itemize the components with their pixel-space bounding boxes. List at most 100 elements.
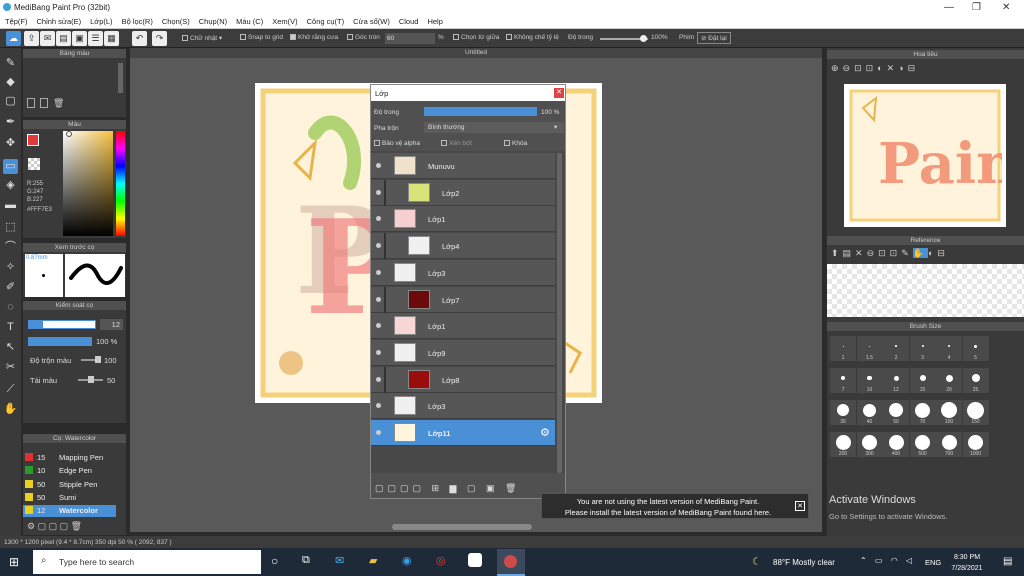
layer-row-selected[interactable]: Lớp11 ⚙ (371, 420, 555, 446)
visibility-eye-icon[interactable] (376, 269, 381, 275)
color-sv-picker[interactable] (63, 131, 113, 236)
reset-button[interactable]: ⊘ Đặt lại (697, 32, 731, 44)
brush-size-preset[interactable]: 40 (856, 400, 883, 425)
brush-size-preset[interactable]: 100 (936, 400, 962, 425)
gradient-tool-icon[interactable]: ▬ (3, 198, 18, 213)
magic-wand-icon[interactable]: ✧ (3, 260, 18, 275)
visibility-eye-icon[interactable] (376, 163, 381, 168)
brush-size-preset[interactable]: 3 (909, 336, 936, 361)
brush-size-preset[interactable]: 5 (962, 336, 989, 361)
layer-window-close-icon[interactable]: ✕ (554, 88, 564, 98)
brush-tool-icon[interactable]: ✎ (3, 56, 18, 71)
divide-tool-icon[interactable]: ✂ (3, 360, 18, 375)
brush-size-preset[interactable]: 50 (883, 400, 909, 425)
taskbar-search-box[interactable]: ⌕ Type here to search (33, 550, 261, 574)
brush-size-preset[interactable]: 12 (883, 368, 909, 393)
medibang-taskbar-icon[interactable] (497, 549, 525, 576)
layer-row[interactable]: Lớp2 (371, 179, 555, 206)
opacity-slider[interactable] (28, 337, 92, 346)
brush-size-preset[interactable]: 1.5 (856, 336, 883, 361)
brush-size-preset[interactable]: 700 (936, 432, 962, 457)
hue-slider[interactable] (116, 131, 125, 236)
horizontal-scrollbar[interactable] (392, 524, 532, 530)
menu-filter[interactable]: Bộ lọc(R) (117, 15, 157, 26)
layer-row[interactable]: Munuvu (371, 153, 555, 179)
eyedropper-tool-icon[interactable]: ⟋ (3, 382, 18, 397)
visibility-eye-icon[interactable] (376, 349, 381, 355)
transparent-swatch[interactable] (28, 158, 40, 170)
menu-snap[interactable]: Chụp(N) (194, 15, 231, 26)
corner-value-input[interactable]: 60 (385, 33, 435, 44)
operation-tool-icon[interactable]: ↖ (3, 340, 18, 355)
blend-mode-select[interactable]: Bình thường ▾ (424, 122, 564, 133)
visibility-eye-icon[interactable] (376, 243, 381, 249)
clock[interactable]: 8:30 PM 7/28/2021 (948, 552, 986, 574)
menu-cloud[interactable]: Cloud (394, 15, 423, 26)
trash-icon[interactable]: 🗑 (53, 98, 64, 109)
menu-select[interactable]: Chọn(S) (157, 15, 194, 26)
reference-canvas[interactable] (827, 264, 1024, 317)
brush-item[interactable]: 50 Stipple Pen (23, 479, 116, 489)
antialias-toggle[interactable]: Khử răng cưa (290, 34, 338, 41)
text-tool-icon[interactable]: T (3, 320, 18, 335)
move-tool-icon[interactable]: ✥ (3, 136, 18, 151)
layer-row[interactable]: Lớp7 (371, 286, 555, 313)
menu-edit[interactable]: Chỉnh sửa(E) (32, 15, 86, 26)
brush-size-preset[interactable]: 500 (909, 432, 936, 457)
brush-size-preset[interactable]: 25 (962, 368, 989, 393)
blend-slider-thumb[interactable] (95, 356, 101, 363)
menu-window[interactable]: Cửa sổ(W) (348, 15, 394, 26)
mail-icon[interactable]: ✉ (335, 554, 344, 567)
canvas-tab[interactable]: Untitled (130, 48, 822, 58)
brush-size-preset[interactable]: 2 (883, 336, 909, 361)
maximize-button[interactable]: ❐ (972, 2, 981, 13)
lasso-free-icon[interactable]: ⌒ (3, 240, 18, 255)
toolbar-opacity-slider[interactable] (600, 35, 648, 42)
brush-size-preset[interactable]: 10 (856, 368, 883, 393)
grid-icon[interactable]: ▦ (104, 31, 119, 46)
task-view-icon[interactable]: ⧉ (302, 554, 310, 567)
brush-item-selected[interactable]: 12 Watercolor (23, 505, 116, 517)
visibility-eye-icon[interactable] (376, 323, 381, 329)
notification-close-icon[interactable]: ✕ (795, 501, 805, 511)
shape-select[interactable]: Chữ nhật ▾ (182, 34, 222, 42)
size-slider[interactable] (28, 320, 96, 329)
zalo-icon[interactable] (468, 553, 482, 567)
visibility-eye-icon[interactable] (376, 189, 381, 195)
brush-add-icon[interactable]: ⚙ ▢ ▢ ▢ 🗑 (27, 521, 82, 532)
navigator-thumbnail[interactable]: Pain (844, 84, 1017, 227)
update-notification[interactable]: You are not using the latest version of … (541, 493, 809, 519)
layer-row[interactable]: Lớp1 (371, 206, 555, 233)
menu-tools[interactable]: Công cụ(T) (302, 15, 349, 26)
snap-grid-toggle[interactable]: Snap to grid (240, 34, 283, 41)
menu-view[interactable]: Xem(V) (267, 15, 301, 26)
slider-thumb[interactable] (640, 35, 647, 42)
reload-slider-thumb[interactable] (88, 376, 94, 383)
blend-slider[interactable] (81, 356, 101, 363)
lock-toggle[interactable]: Khóa (504, 140, 527, 147)
brush-size-preset[interactable]: 1000 (962, 432, 989, 457)
export-icon[interactable]: ▣ (72, 31, 87, 46)
minimize-button[interactable]: — (944, 2, 954, 13)
brush-size-preset[interactable]: 200 (830, 432, 856, 457)
visibility-eye-icon[interactable] (376, 216, 381, 222)
start-windows-icon[interactable]: ⊞ (9, 555, 19, 569)
menu-help[interactable]: Help (422, 15, 446, 26)
select-rect-icon[interactable]: ▭ (3, 159, 18, 174)
clipping-toggle[interactable]: Xén bớt (441, 140, 472, 147)
layer-row[interactable]: Lớp9 (371, 339, 555, 366)
visibility-eye-icon[interactable] (376, 296, 381, 302)
select-pen-icon[interactable]: ✐ (3, 280, 18, 295)
language-indicator[interactable]: ENG (925, 558, 941, 567)
brush-size-preset[interactable]: 4 (936, 336, 962, 361)
file-explorer-icon[interactable]: ▰ (369, 554, 377, 567)
no-ratio-toggle[interactable]: Không chế tỷ lệ (506, 34, 559, 41)
select-eraser-icon[interactable]: ◌ (3, 300, 18, 315)
visibility-eye-icon[interactable] (376, 376, 381, 382)
list-icon[interactable]: ☰ (88, 31, 103, 46)
picker-cursor[interactable] (66, 131, 72, 137)
save-icon[interactable]: ▤ (56, 31, 71, 46)
lasso-tool-icon[interactable]: ⬚ (3, 220, 18, 235)
bucket-tool-icon[interactable]: ◈ (3, 178, 18, 193)
layer-opacity-slider[interactable] (424, 107, 537, 116)
